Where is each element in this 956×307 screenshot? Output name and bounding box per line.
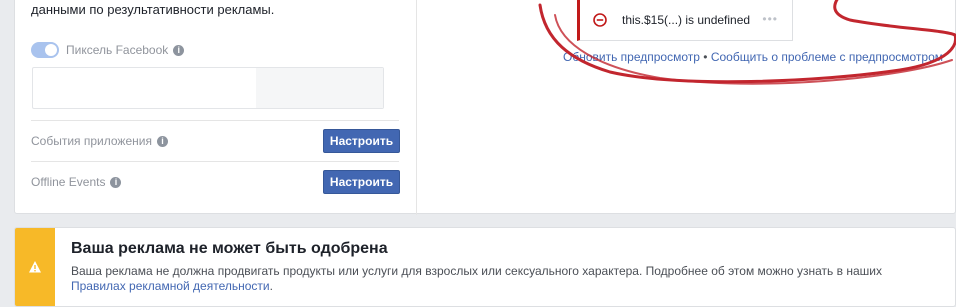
offline-events-text: Offline Events	[31, 175, 106, 189]
column-divider	[416, 0, 417, 215]
info-icon[interactable]: i	[173, 44, 185, 56]
error-icon	[593, 13, 607, 27]
warning-title: Ваша реклама не может быть одобрена	[71, 240, 388, 257]
pixel-selector[interactable]	[32, 67, 384, 109]
pixel-row: Пиксель Facebook i	[31, 42, 185, 58]
info-icon[interactable]: i	[156, 135, 168, 147]
advertising-policies-link[interactable]: Правилах рекламной деятельности	[71, 279, 270, 293]
pixel-selector-placeholder	[256, 68, 383, 108]
divider	[31, 120, 399, 121]
ad-config-card: данными по результативности рекламы. Пик…	[14, 0, 956, 215]
intro-text: данными по результативности рекламы.	[31, 2, 275, 17]
link-separator: •	[703, 50, 708, 64]
preview-error-box: this.$15(...) is undefined •••	[577, 0, 793, 41]
refresh-preview-link[interactable]: Обновить предпросмотр	[563, 50, 700, 64]
preview-error-text: this.$15(...) is undefined	[622, 13, 751, 27]
tracking-settings-column: данными по результативности рекламы. Пик…	[15, 0, 416, 215]
warning-body-end: .	[269, 279, 273, 293]
app-events-setup-button[interactable]: Настроить	[323, 129, 400, 153]
divider	[31, 161, 399, 162]
toggle-knob	[45, 44, 57, 56]
rejection-warning-card: Ваша реклама не может быть одобрена Ваша…	[14, 227, 956, 307]
pixel-label: Пиксель Facebook	[66, 43, 169, 57]
warning-body-text: Ваша реклама не должна продвигать продук…	[71, 264, 882, 278]
warning-icon	[29, 261, 41, 273]
preview-links: Обновить предпросмотр • Сообщить о пробл…	[563, 50, 943, 64]
report-preview-problem-link[interactable]: Сообщить о проблеме с предпросмотром	[711, 50, 943, 64]
app-events-label: События приложения i	[31, 134, 168, 148]
warning-strip	[15, 228, 55, 306]
more-options-icon[interactable]: •••	[762, 12, 778, 26]
pixel-toggle[interactable]	[31, 42, 59, 58]
warning-body: Ваша реклама не должна продвигать продук…	[71, 264, 921, 294]
offline-events-label: Offline Events i	[31, 175, 122, 189]
offline-events-setup-button[interactable]: Настроить	[323, 170, 400, 194]
app-events-text: События приложения	[31, 134, 152, 148]
info-icon[interactable]: i	[110, 176, 122, 188]
